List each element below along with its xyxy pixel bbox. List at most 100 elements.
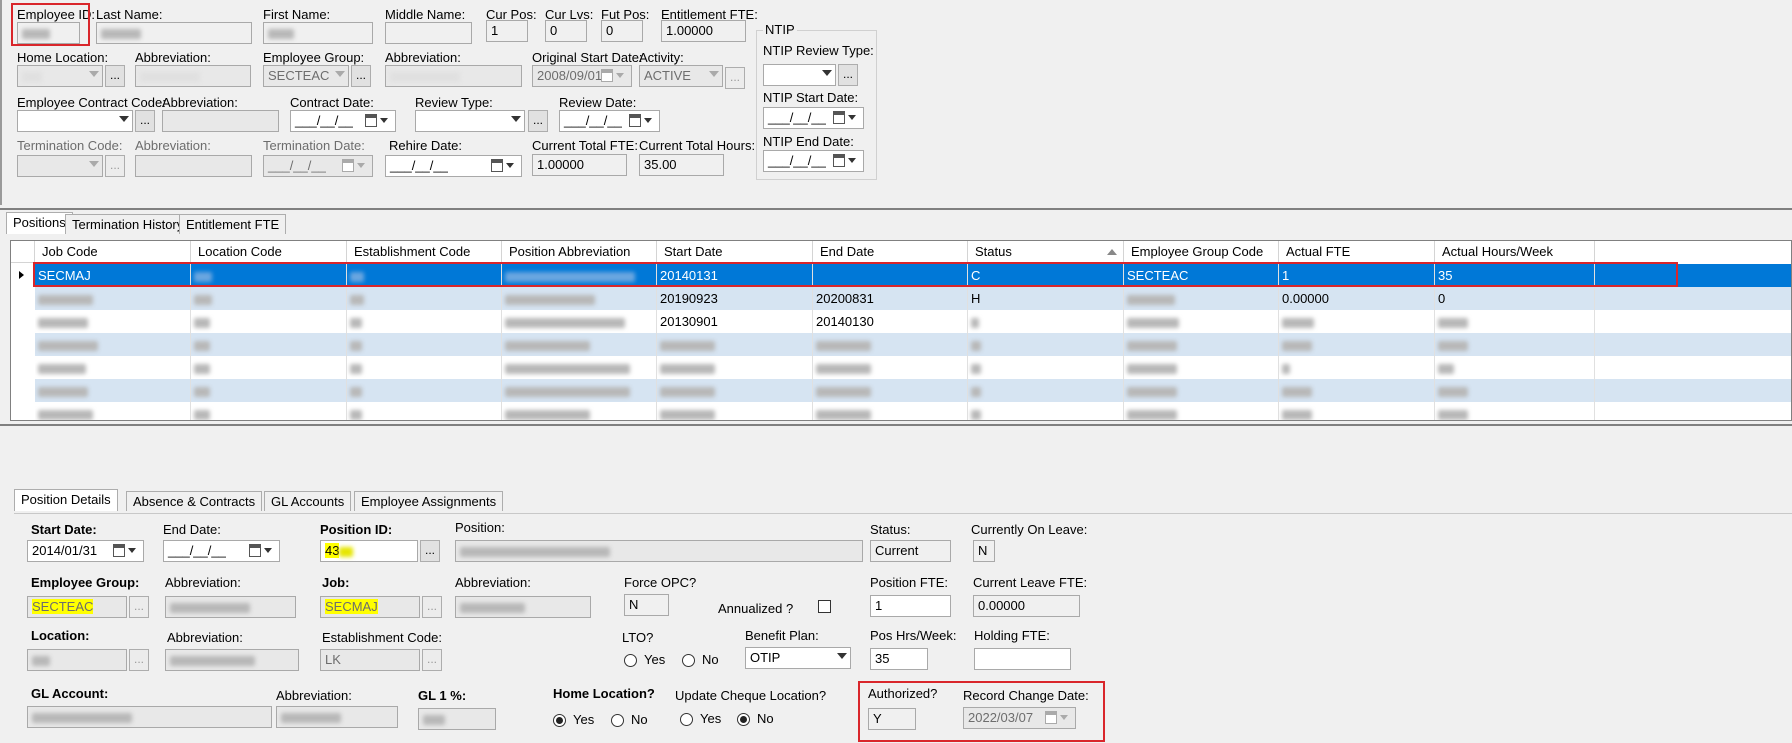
- job-lookup-button[interactable]: ...: [422, 596, 442, 618]
- home-location-yes-radio[interactable]: [553, 714, 566, 727]
- splitter-top[interactable]: [0, 208, 1792, 210]
- rehire-date-field[interactable]: ___/__/__: [385, 155, 522, 177]
- contract-code-lookup-button[interactable]: ...: [135, 110, 155, 132]
- ntip-review-type-select[interactable]: [763, 64, 836, 86]
- home-location-lookup-button[interactable]: ...: [105, 65, 125, 87]
- gl-abbreviation-field[interactable]: [276, 706, 398, 728]
- col-header-location-code[interactable]: Location Code: [191, 241, 347, 263]
- position-field[interactable]: [455, 540, 863, 562]
- home-location-select[interactable]: [17, 65, 103, 87]
- update-cheque-no-radio[interactable]: [737, 713, 750, 726]
- middle-name-field[interactable]: [385, 22, 472, 44]
- activity-lookup-button[interactable]: ...: [725, 67, 745, 89]
- table-row[interactable]: 20130901 20140130: [35, 310, 1791, 333]
- table-row[interactable]: 20190923 20200831 H 0.00000 0: [35, 287, 1791, 310]
- calendar-icon[interactable]: [629, 113, 657, 129]
- termination-code-lookup-button[interactable]: ...: [105, 155, 125, 177]
- table-row[interactable]: [35, 333, 1791, 356]
- fut-pos-field[interactable]: 0: [601, 20, 643, 42]
- tab-employee-assignments[interactable]: Employee Assignments: [354, 491, 504, 511]
- col-header-establishment-code[interactable]: Establishment Code: [347, 241, 502, 263]
- review-type-lookup-button[interactable]: ...: [528, 110, 548, 132]
- current-total-fte-field[interactable]: 1.00000: [532, 154, 627, 176]
- home-location-no-radio[interactable]: [611, 714, 624, 727]
- ntip-start-date-field[interactable]: ___/__/__: [763, 107, 864, 129]
- termination-date-field[interactable]: ___/__/__: [263, 155, 373, 177]
- lto-yes-radio[interactable]: [624, 654, 637, 667]
- current-leave-fte-field[interactable]: 0.00000: [973, 595, 1080, 617]
- force-opc-field[interactable]: N: [624, 594, 669, 616]
- end-date-field[interactable]: ___/__/__: [163, 540, 280, 562]
- splitter-bottom[interactable]: [0, 424, 1792, 426]
- cur-pos-field[interactable]: 1: [486, 20, 528, 42]
- employee-contract-code-select[interactable]: [17, 110, 133, 132]
- first-name-field[interactable]: [263, 22, 373, 44]
- lto-no-radio[interactable]: [682, 654, 695, 667]
- start-date-field[interactable]: 2014/01/31: [27, 540, 144, 562]
- calendar-icon[interactable]: [365, 113, 393, 129]
- activity-select[interactable]: ACTIVE: [639, 65, 723, 87]
- position-id-lookup-button[interactable]: ...: [420, 540, 440, 562]
- holding-fte-field[interactable]: [974, 648, 1071, 670]
- calendar-icon[interactable]: [491, 158, 519, 174]
- pos-hrs-week-field[interactable]: 35: [870, 648, 928, 670]
- contract-abbreviation-field[interactable]: [162, 110, 279, 132]
- cur-lvs-field[interactable]: 0: [545, 20, 587, 42]
- termination-abbreviation-field[interactable]: [135, 155, 252, 177]
- home-abbreviation-field[interactable]: [135, 65, 251, 87]
- position-id-field[interactable]: 43: [320, 540, 418, 562]
- employee-group-select[interactable]: SECTEAC: [263, 65, 349, 87]
- tab-entitlement-fte[interactable]: Entitlement FTE: [179, 214, 287, 234]
- termination-code-select[interactable]: [17, 155, 103, 177]
- tab-gl-accounts[interactable]: GL Accounts: [264, 491, 352, 511]
- table-row[interactable]: [35, 379, 1791, 402]
- location-abbreviation-field[interactable]: [165, 649, 299, 671]
- location-field[interactable]: [27, 649, 127, 671]
- col-header-start-date[interactable]: Start Date: [657, 241, 813, 263]
- currently-on-leave-field[interactable]: N: [973, 540, 995, 562]
- col-header-position-abbreviation[interactable]: Position Abbreviation: [502, 241, 657, 263]
- ntip-review-type-lookup-button[interactable]: ...: [838, 64, 858, 86]
- row-indicator[interactable]: [11, 264, 35, 287]
- status-field[interactable]: Current: [870, 540, 951, 562]
- annualized-checkbox[interactable]: [818, 600, 831, 613]
- establishment-code-field[interactable]: LK: [320, 649, 420, 671]
- calendar-icon[interactable]: [833, 153, 861, 169]
- benefit-plan-select[interactable]: OTIP: [745, 647, 851, 669]
- calendar-icon[interactable]: [833, 110, 861, 126]
- table-row[interactable]: [35, 356, 1791, 379]
- review-date-field[interactable]: ___/__/__: [559, 110, 660, 132]
- col-header-actual-fte[interactable]: Actual FTE: [1279, 241, 1435, 263]
- col-header-status[interactable]: Status: [968, 241, 1124, 263]
- calendar-icon[interactable]: [249, 543, 277, 559]
- ntip-end-date-field[interactable]: ___/__/__: [763, 150, 864, 172]
- original-start-date-field[interactable]: 2008/09/01: [532, 65, 632, 87]
- tab-position-details[interactable]: Position Details: [14, 489, 118, 511]
- tab-positions[interactable]: Positions: [6, 212, 73, 234]
- employee-group-field[interactable]: SECTEAC: [27, 596, 127, 618]
- col-header-job-code[interactable]: Job Code: [35, 241, 191, 263]
- update-cheque-yes-radio[interactable]: [680, 713, 693, 726]
- last-name-field[interactable]: [96, 22, 252, 44]
- tab-absence-contracts[interactable]: Absence & Contracts: [126, 491, 263, 511]
- group-abbreviation-field[interactable]: [165, 596, 296, 618]
- review-type-select[interactable]: [415, 110, 525, 132]
- position-fte-field[interactable]: 1: [870, 595, 951, 617]
- employee-group-lookup-button[interactable]: ...: [129, 596, 149, 618]
- col-header-employee-group-code[interactable]: Employee Group Code: [1124, 241, 1279, 263]
- job-abbreviation-field[interactable]: [455, 596, 591, 618]
- calendar-icon[interactable]: [113, 543, 141, 559]
- gl1-field[interactable]: [418, 708, 496, 730]
- establishment-code-lookup-button[interactable]: ...: [422, 649, 442, 671]
- col-header-actual-hours-week[interactable]: Actual Hours/Week: [1435, 241, 1595, 263]
- group-abbreviation-field[interactable]: [385, 65, 522, 87]
- table-row[interactable]: [35, 402, 1791, 420]
- col-header-end-date[interactable]: End Date: [813, 241, 968, 263]
- job-field[interactable]: SECMAJ: [320, 596, 420, 618]
- employee-group-lookup-button[interactable]: ...: [351, 65, 371, 87]
- current-total-hours-field[interactable]: 35.00: [639, 154, 724, 176]
- location-lookup-button[interactable]: ...: [129, 649, 149, 671]
- entitlement-fte-field[interactable]: 1.00000: [661, 20, 746, 42]
- gl-account-field[interactable]: [27, 706, 272, 728]
- contract-date-field[interactable]: ___/__/__: [290, 110, 396, 132]
